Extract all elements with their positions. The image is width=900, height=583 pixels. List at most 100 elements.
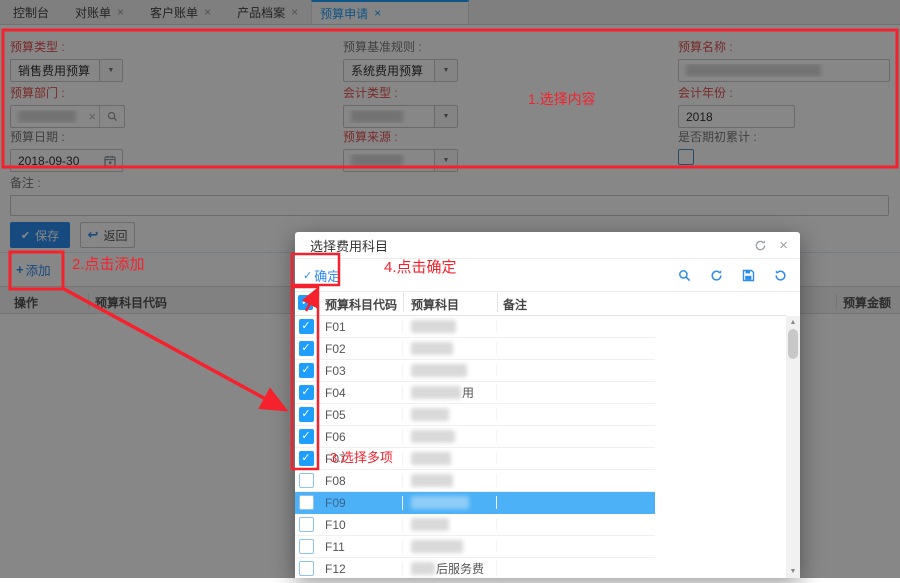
cell-subject: 用 (403, 384, 497, 401)
cell-subject-code: F09 (317, 496, 403, 510)
cell-subject-text: 用 (462, 384, 474, 401)
row-checkbox-cell (295, 363, 317, 378)
dialog-toolbar: ✓ 确定 (295, 259, 800, 292)
row-checkbox-cell (295, 561, 317, 576)
cell-subject: 后服务费 (403, 560, 497, 577)
row-checkbox-cell (295, 473, 317, 488)
cell-subject (403, 342, 497, 355)
blurred-text (411, 342, 453, 355)
cell-subject-code: F05 (317, 408, 403, 422)
cell-subject (403, 408, 497, 421)
cell-subject-code: F12 (317, 562, 403, 576)
cell-subject-code: F02 (317, 342, 403, 356)
col-subject-code: 预算科目代码 (325, 296, 397, 313)
cell-subject-code: F10 (317, 518, 403, 532)
cell-subject-code: F06 (317, 430, 403, 444)
search-icon[interactable] (678, 269, 691, 282)
refresh-icon[interactable] (710, 269, 723, 282)
row-checkbox[interactable] (299, 473, 314, 488)
cell-subject (403, 364, 497, 377)
row-checkbox[interactable] (299, 407, 314, 422)
blurred-text (411, 408, 449, 421)
blurred-text (411, 364, 467, 377)
scroll-up-icon[interactable]: ▲ (786, 319, 800, 326)
scrollbar-thumb[interactable] (788, 329, 798, 359)
blurred-text (411, 386, 461, 399)
scroll-down-icon[interactable]: ▼ (786, 568, 800, 575)
row-checkbox[interactable] (299, 517, 314, 532)
row-checkbox-cell (295, 517, 317, 532)
row-checkbox[interactable] (299, 363, 314, 378)
cell-subject (403, 430, 497, 443)
modal-table-body: F01 F02 F03 F04 用 F05 F06 F07 F08 F09 F10 F11 F12 后服务… (295, 316, 786, 578)
select-expense-subject-dialog: 选择费用科目 × ✓ 确定 预算科目代码 预算科目 备注 F01F02F03F0… (295, 232, 800, 578)
cell-subject (403, 540, 497, 553)
row-checkbox-cell (295, 385, 317, 400)
table-row[interactable]: F07 (295, 448, 655, 470)
save-export-icon[interactable] (742, 269, 755, 282)
blurred-text (411, 540, 463, 553)
cell-subject-code: F04 (317, 386, 403, 400)
column-divider (403, 293, 404, 312)
row-checkbox[interactable] (299, 429, 314, 444)
check-icon: ✓ (303, 269, 312, 282)
dialog-title: 选择费用科目 (310, 236, 388, 255)
reload-icon[interactable] (754, 239, 767, 252)
row-checkbox-cell (295, 539, 317, 554)
row-checkbox[interactable] (299, 451, 314, 466)
cell-subject-text: 后服务费 (436, 560, 484, 577)
table-row[interactable]: F03 (295, 360, 655, 382)
modal-table-header: 预算科目代码 预算科目 备注 (295, 290, 786, 316)
cell-subject (403, 496, 497, 509)
blurred-text (411, 320, 456, 333)
confirm-button[interactable]: ✓ 确定 (303, 266, 340, 285)
row-checkbox[interactable] (299, 385, 314, 400)
table-row[interactable]: F10 (295, 514, 655, 536)
select-all-checkbox[interactable] (298, 295, 313, 310)
table-row[interactable]: F09 (295, 492, 655, 514)
undo-icon[interactable] (774, 269, 787, 282)
cell-subject (403, 474, 497, 487)
table-row[interactable]: F06 (295, 426, 655, 448)
column-divider (497, 293, 498, 312)
blurred-text (411, 562, 435, 575)
row-checkbox-cell (295, 495, 317, 510)
vertical-scrollbar[interactable]: ▲ ▼ (786, 316, 800, 578)
table-row[interactable]: F02 (295, 338, 655, 360)
col-remark: 备注 (503, 296, 527, 313)
cell-subject-code: F03 (317, 364, 403, 378)
table-row[interactable]: F11 (295, 536, 655, 558)
blurred-text (411, 474, 453, 487)
close-icon[interactable]: × (779, 238, 788, 253)
row-checkbox-cell (295, 319, 317, 334)
table-row[interactable]: F12 后服务费 (295, 558, 655, 578)
cell-subject-code: F01 (317, 320, 403, 334)
column-divider (317, 293, 318, 312)
col-subject: 预算科目 (411, 296, 459, 313)
row-checkbox[interactable] (299, 539, 314, 554)
cell-subject-code: F07 (317, 452, 403, 466)
table-row[interactable]: F05 (295, 404, 655, 426)
row-checkbox[interactable] (299, 495, 314, 510)
cell-subject (403, 320, 497, 333)
confirm-button-label: 确定 (314, 266, 340, 285)
blurred-text (411, 430, 455, 443)
cell-subject (403, 452, 497, 465)
table-row[interactable]: F01 (295, 316, 655, 338)
blurred-text (411, 452, 451, 465)
row-checkbox-cell (295, 429, 317, 444)
table-row[interactable]: F08 (295, 470, 655, 492)
blurred-text (411, 496, 469, 509)
table-row[interactable]: F04 用 (295, 382, 655, 404)
cell-subject (403, 518, 497, 531)
row-checkbox[interactable] (299, 561, 314, 576)
cell-subject-code: F11 (317, 540, 403, 554)
row-checkbox-cell (295, 407, 317, 422)
row-checkbox[interactable] (299, 341, 314, 356)
row-checkbox-cell (295, 451, 317, 466)
dialog-titlebar: 选择费用科目 × (295, 232, 800, 259)
cell-subject-code: F08 (317, 474, 403, 488)
row-checkbox-cell (295, 341, 317, 356)
row-checkbox[interactable] (299, 319, 314, 334)
budget-application-screen: { "tabs": [ {"label": "控制台", "closable":… (0, 0, 900, 578)
